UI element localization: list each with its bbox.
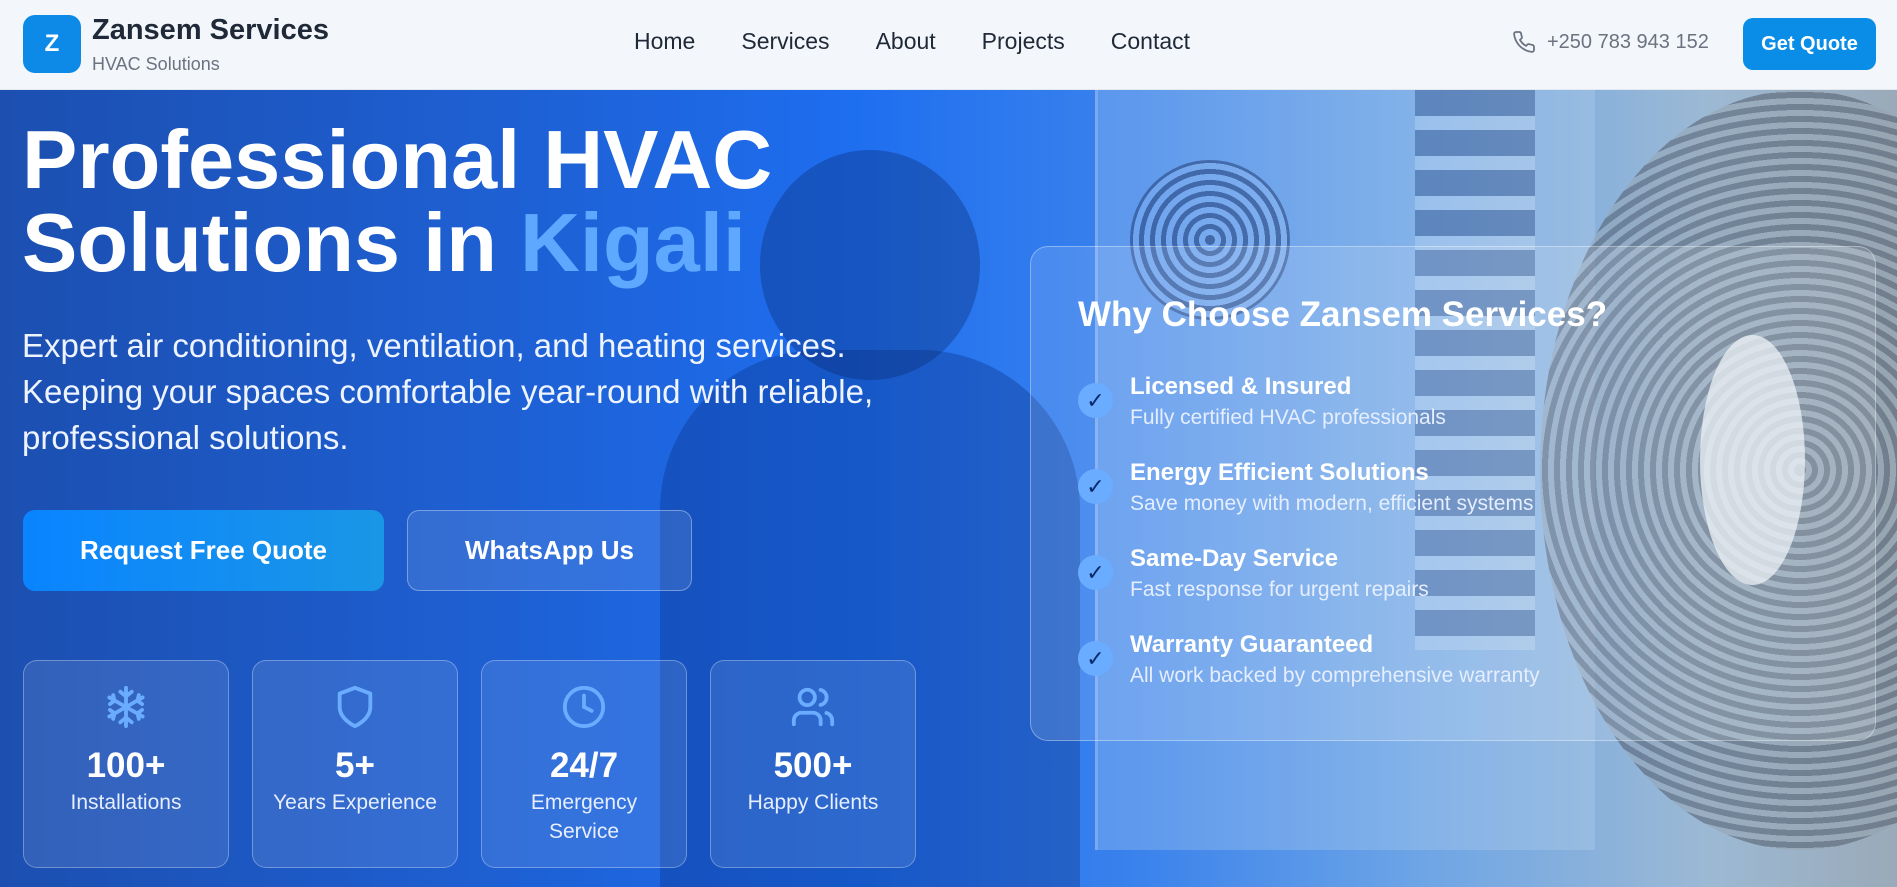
request-quote-button[interactable]: Request Free Quote — [23, 510, 384, 591]
why-item-heading: Energy Efficient Solutions — [1130, 459, 1429, 486]
stat-card-clients: 500+ Happy Clients — [710, 660, 916, 868]
why-item-desc: Fully certified HVAC professionals — [1130, 406, 1446, 429]
phone-number: +250 783 943 152 — [1547, 30, 1709, 53]
stat-value: 100+ — [86, 746, 166, 785]
check-icon: ✓ — [1078, 383, 1113, 418]
why-item-heading: Warranty Guaranteed — [1130, 631, 1374, 658]
nav-contact[interactable]: Contact — [1111, 28, 1190, 55]
get-quote-button[interactable]: Get Quote — [1743, 18, 1876, 70]
hero-section: Professional HVAC Solutions in Kigali Ex… — [0, 90, 1897, 887]
phone-link[interactable]: +250 783 943 152 — [1512, 30, 1709, 54]
nav-projects[interactable]: Projects — [982, 28, 1065, 55]
stat-label: Years Experience — [273, 791, 437, 814]
brand-name[interactable]: Zansem Services — [92, 14, 329, 47]
stat-label: Emergency Service — [530, 791, 638, 843]
clock-icon — [562, 685, 606, 729]
brand-tagline: HVAC Solutions — [92, 54, 220, 74]
stat-label: Installations — [70, 791, 182, 814]
why-item-desc: Save money with modern, efficient system… — [1130, 492, 1534, 515]
site-header: Z Zansem Services HVAC Solutions Home Se… — [0, 0, 1897, 90]
logo-icon[interactable]: Z — [23, 15, 81, 73]
stat-card-experience: 5+ Years Experience — [252, 660, 458, 868]
check-icon: ✓ — [1078, 469, 1113, 504]
stat-card-installations: 100+ Installations — [23, 660, 229, 868]
stat-value: 500+ — [773, 746, 853, 785]
hero-title: Professional HVAC Solutions in Kigali — [22, 118, 772, 284]
check-icon: ✓ — [1078, 641, 1113, 676]
why-item-heading: Same-Day Service — [1130, 545, 1339, 572]
main-nav: Home Services About Projects Contact — [634, 28, 1236, 55]
users-icon — [791, 687, 835, 727]
hero-title-accent: Kigali — [519, 196, 746, 289]
shield-icon — [337, 685, 373, 729]
whatsapp-button[interactable]: WhatsApp Us — [407, 510, 692, 591]
hero-content: Professional HVAC Solutions in Kigali Ex… — [0, 90, 1897, 887]
nav-about[interactable]: About — [876, 28, 936, 55]
why-item-desc: All work backed by comprehensive warrant… — [1130, 664, 1540, 687]
nav-services[interactable]: Services — [741, 28, 829, 55]
hero-subtitle: Expert air conditioning, ventilation, an… — [22, 327, 874, 456]
hero-title-line2: Solutions in — [22, 196, 520, 289]
why-choose-panel: Why Choose Zansem Services? ✓ Licensed &… — [1030, 246, 1876, 741]
stat-label: Happy Clients — [747, 791, 879, 814]
stat-value: 5+ — [335, 746, 375, 785]
why-choose-title: Why Choose Zansem Services? — [1078, 295, 1608, 334]
why-item-heading: Licensed & Insured — [1130, 373, 1352, 400]
hero-title-line1: Professional HVAC — [22, 113, 773, 206]
stat-card-emergency: 24/7 Emergency Service — [481, 660, 687, 868]
snowflake-icon — [107, 685, 145, 729]
why-item-desc: Fast response for urgent repairs — [1130, 578, 1429, 601]
nav-home[interactable]: Home — [634, 28, 695, 55]
phone-icon — [1513, 31, 1535, 53]
check-icon: ✓ — [1078, 555, 1113, 590]
stat-value: 24/7 — [549, 746, 619, 785]
